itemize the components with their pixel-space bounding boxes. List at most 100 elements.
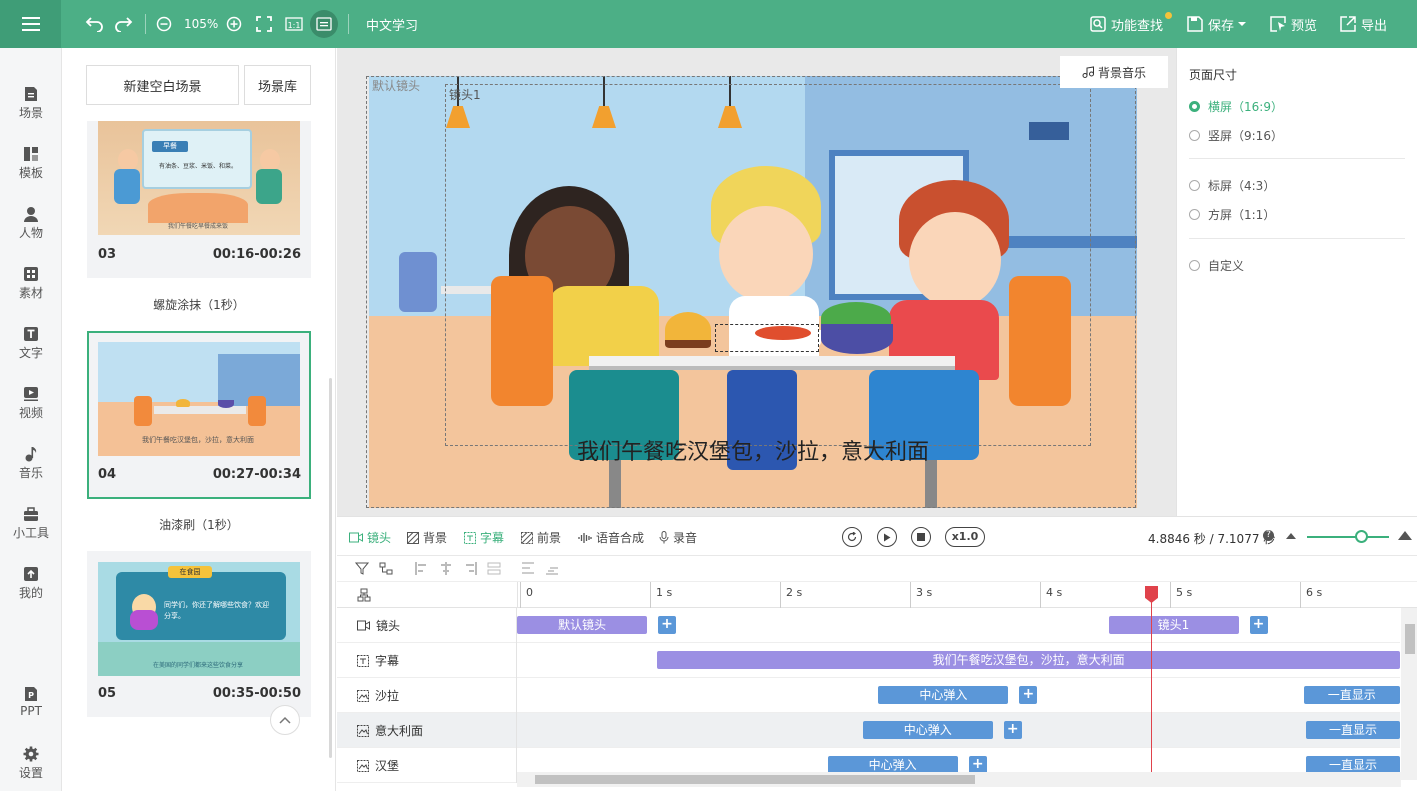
horizontal-scroll-thumb[interactable] [535,775,975,784]
transition-label[interactable]: 油漆刷（1秒） [87,516,311,533]
tab-label: 字幕 [480,531,505,545]
nav-text-label: 文字 [18,346,43,360]
option-custom[interactable]: 自定义 [1189,257,1244,274]
group-icon[interactable] [379,562,393,575]
nav-person[interactable]: 人物 [0,200,62,252]
timeline-clip[interactable]: 一直显示 [1306,721,1400,739]
tab-foreground[interactable]: 前景 [521,529,561,546]
redo-button[interactable] [115,12,133,36]
one-to-one-icon: 1:1 [285,17,303,31]
scene-card-05[interactable]: 在食园 同学们，你还了解哪些饮食？欢迎分享。 在美国的同学们都来这些饮食分享 0… [87,551,311,717]
nav-settings[interactable]: 设置 [0,740,62,792]
nav-scene[interactable]: 场景 [0,80,62,132]
track-label-text: 镜头 [376,619,401,633]
subtitle-toggle-button[interactable] [310,10,338,38]
timeline-clip[interactable]: 我们午餐吃汉堡包，沙拉，意大利面 [657,651,1400,669]
timeline-clip[interactable]: 中心弹入 [862,721,993,739]
tab-tts[interactable]: 语音合成 [578,529,644,546]
nav-toolbox[interactable]: 小工具 [0,500,62,552]
nav-text[interactable]: 文字 [0,320,62,372]
option-portrait[interactable]: 竖屏（9:16） [1189,127,1283,144]
nav-template[interactable]: 模板 [0,140,62,192]
timeline-clip[interactable]: 中心弹入 [878,686,1009,704]
align-center-icon[interactable] [439,562,453,575]
option-label: 竖屏（9:16） [1208,129,1283,143]
new-blank-scene-button[interactable]: 新建空白场景 [86,65,239,105]
subtitle-text[interactable]: 我们午餐吃汉堡包，沙拉，意大利面 [369,434,1137,466]
align-right-icon[interactable] [463,562,477,575]
feature-search-button[interactable]: 功能查找 [1090,12,1163,36]
replay-button[interactable] [842,527,862,547]
chevron-up-icon [279,716,291,724]
track-row[interactable]: 意大利面 中心弹入 + 一直显示 [337,713,1400,748]
background-music-button[interactable]: 背景音乐 [1060,56,1168,88]
option-square[interactable]: 方屏（1:1） [1189,206,1275,223]
same-width-icon[interactable] [521,562,535,575]
vertical-scrollbar[interactable] [1401,608,1417,780]
add-clip-button[interactable]: + [1003,721,1022,739]
timeline-ruler[interactable]: 0 1 s 2 s 3 s 4 s 5 s 6 s [337,582,1417,608]
same-height-icon[interactable] [545,562,559,575]
timeline-clip[interactable]: 一直显示 [1303,686,1400,704]
waveform-icon [578,532,592,543]
vertical-scroll-thumb[interactable] [1405,624,1415,654]
camera1-label: 镜头1 [449,88,481,102]
fullscreen-button[interactable] [256,12,272,36]
add-clip-button[interactable]: + [1249,616,1268,634]
nav-video[interactable]: 视频 [0,380,62,432]
align-left-icon[interactable] [415,562,429,575]
track-row[interactable]: 字幕 我们午餐吃汉堡包，沙拉，意大利面 [337,643,1400,678]
tab-record[interactable]: 录音 [659,529,697,546]
scene-canvas[interactable]: 镜头1 我们午餐吃汉堡包，沙拉，意大利面 [369,76,1137,508]
tab-label: 语音合成 [596,531,645,545]
timeline-clip[interactable]: 默认镜头 [517,616,647,634]
track-row[interactable]: 沙拉 中心弹入 + 一直显示 [337,678,1400,713]
tab-background[interactable]: 背景 [407,529,447,546]
timeline-clip[interactable]: 镜头1 [1108,616,1239,634]
speed-button[interactable]: x1.0 [945,527,985,547]
scene-card-03[interactable]: 早餐 有油条、豆浆、米饭、和菜。 我们午餐吃早餐成来饭 03 00:16-00:… [87,121,311,278]
play-button[interactable] [877,527,897,547]
transition-label[interactable]: 螺旋涂抹（1秒） [87,296,311,313]
zoom-large-icon[interactable] [1398,531,1412,540]
track-label: 汉堡 [337,748,517,783]
preview-button[interactable]: 预览 [1270,12,1317,36]
stop-button[interactable] [911,527,931,547]
distribute-icon[interactable] [487,562,501,575]
zoom-out-button[interactable] [156,12,172,36]
export-icon [1340,16,1356,32]
project-title[interactable]: 中文学习 [366,12,418,36]
scene-thumbnail: 早餐 有油条、豆浆、米饭、和菜。 我们午餐吃早餐成来饭 [98,121,300,235]
filter-icon[interactable] [355,562,369,575]
spaghetti-selection[interactable] [715,324,819,352]
camera1-frame[interactable] [445,84,1091,446]
nav-ppt[interactable]: P PPT [0,680,62,732]
tab-camera[interactable]: 镜头 [349,529,391,546]
nav-music[interactable]: 音乐 [0,440,62,492]
add-clip-button[interactable]: + [1019,686,1038,704]
export-button[interactable]: 导出 [1340,12,1387,36]
tab-subtitle[interactable]: 字幕 [464,529,504,546]
horizontal-scrollbar[interactable] [517,772,1401,787]
help-icon[interactable]: ? [1263,530,1274,541]
undo-button[interactable] [85,12,103,36]
add-clip-button[interactable]: + [658,616,676,634]
layers-icon[interactable] [357,588,371,602]
zoom-slider-track[interactable] [1307,536,1389,538]
nav-material[interactable]: 素材 [0,260,62,312]
zoom-small-icon[interactable] [1286,533,1296,539]
playhead-line [1151,590,1152,777]
actual-size-button[interactable]: 1:1 [285,12,303,36]
scene-card-04[interactable]: 我们午餐吃汉堡包，沙拉，意大利面 04 00:27-00:34 [87,331,311,499]
save-button[interactable]: 保存 [1187,12,1247,36]
zoom-in-button[interactable] [226,12,242,36]
zoom-slider-handle[interactable] [1355,530,1368,543]
option-standard[interactable]: 标屏（4:3） [1189,177,1275,194]
scene-library-button[interactable]: 场景库 [244,65,311,105]
option-landscape[interactable]: 横屏（16:9） [1189,98,1283,115]
scene-panel-scrollbar[interactable] [329,378,332,758]
nav-mine[interactable]: 我的 [0,560,62,612]
track-row[interactable]: 镜头 默认镜头 + 镜头1 + [337,608,1400,643]
scroll-top-button[interactable] [270,705,300,735]
menu-button[interactable] [0,0,61,48]
